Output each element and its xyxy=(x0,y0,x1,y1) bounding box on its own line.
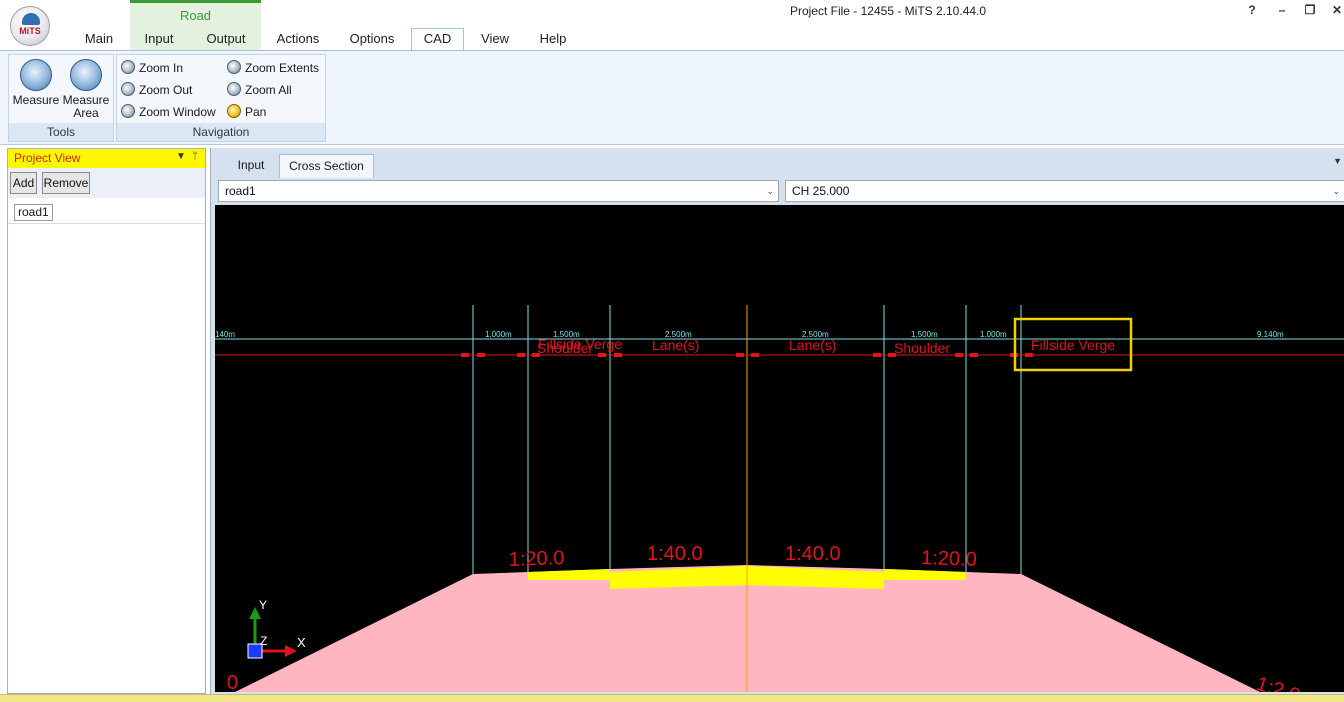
zoom-all-button[interactable]: Zoom All xyxy=(227,81,292,101)
project-view-title: Project View xyxy=(14,151,81,165)
measure-area-button[interactable]: Measure Area xyxy=(61,59,111,120)
road-select-value: road1 xyxy=(225,184,256,198)
element-label: Lane(s) xyxy=(789,337,836,353)
tab-input[interactable]: Input xyxy=(139,30,179,50)
slope-label: 1:2.0 xyxy=(1253,673,1302,692)
tools-group: Measure Measure Area Tools xyxy=(8,54,114,142)
tab-options[interactable]: Options xyxy=(342,30,402,50)
pin-icon[interactable]: ᛘ xyxy=(192,151,198,162)
panel-dropdown-icon[interactable]: ▼ xyxy=(176,151,186,162)
tab-doc-input[interactable]: Input xyxy=(231,154,271,178)
zoom-in-button[interactable]: Zoom In xyxy=(121,59,183,79)
navigation-group: Zoom In Zoom Out Zoom Window Zoom Extent… xyxy=(116,54,326,142)
logo-cog-icon xyxy=(22,13,40,25)
tab-main[interactable]: Main xyxy=(80,30,118,50)
remove-button[interactable]: Remove xyxy=(42,172,90,194)
element-label: Fillside Verge xyxy=(1031,337,1115,353)
measure-area-icon xyxy=(70,59,102,91)
road-select[interactable]: road1 ⌄ xyxy=(218,180,779,202)
ribbon-panel: Measure Measure Area Tools Zoom In Zoom … xyxy=(0,50,1344,145)
tab-actions[interactable]: Actions xyxy=(270,30,326,50)
minimize-icon[interactable]: – xyxy=(1272,3,1292,21)
project-tree-item[interactable]: road1 xyxy=(14,204,53,221)
tab-overflow-icon[interactable]: ▼ xyxy=(1333,156,1342,166)
cad-canvas[interactable]: 140m 1.000m 1.500m 2.500m 2.500m 1.500m … xyxy=(215,205,1344,692)
measure-icon xyxy=(20,59,52,91)
slope-label: 1:20.0 xyxy=(508,547,564,571)
zoom-extents-button[interactable]: Zoom Extents xyxy=(227,59,319,79)
chainage-select-value: CH 25.000 xyxy=(792,184,850,198)
slope-label: 1:20.0 xyxy=(921,547,977,571)
app-logo-icon[interactable]: MiTS xyxy=(10,6,50,46)
app-window: Project File - 12455 - MiTS 2.10.44.0 ? … xyxy=(0,0,1344,702)
pan-button[interactable]: Pan xyxy=(227,103,266,123)
slope-label: 1:40.0 xyxy=(785,543,841,565)
status-bar xyxy=(0,694,1344,702)
zoom-all-label: Zoom All xyxy=(245,83,292,97)
tab-cad[interactable]: CAD xyxy=(411,28,464,51)
measure-button[interactable]: Measure xyxy=(11,59,61,119)
project-view-toolbar: Add Remove xyxy=(8,168,205,198)
zoom-out-icon xyxy=(121,82,135,96)
restore-icon[interactable]: ❐ xyxy=(1300,3,1320,21)
zoom-in-icon xyxy=(121,60,135,74)
element-label: Fillside Verge xyxy=(538,336,622,352)
chevron-down-icon: ⌄ xyxy=(766,186,774,196)
tab-help[interactable]: Help xyxy=(532,30,574,50)
chevron-down-icon: ⌄ xyxy=(1332,186,1340,196)
zoom-extents-label: Zoom Extents xyxy=(245,61,320,75)
tab-view[interactable]: View xyxy=(474,30,516,50)
tab-cross-section[interactable]: Cross Section xyxy=(279,154,374,178)
x-axis-label: X xyxy=(297,635,306,650)
zoom-out-label: Zoom Out xyxy=(139,83,193,97)
dimension-label: 1.500m xyxy=(911,330,938,339)
measure-area-label: Measure Area xyxy=(62,93,110,120)
zoom-window-icon xyxy=(121,104,135,118)
chainage-select[interactable]: CH 25.000 ⌄ xyxy=(785,180,1344,202)
add-button[interactable]: Add xyxy=(10,172,37,194)
logo-text: MiTS xyxy=(19,26,41,36)
zoom-window-label: Zoom Window xyxy=(139,105,216,119)
zoom-window-button[interactable]: Zoom Window xyxy=(121,103,216,123)
slope-label: 1:40.0 xyxy=(647,543,703,565)
measure-label: Measure xyxy=(12,93,60,107)
zoom-in-label: Zoom In xyxy=(139,61,184,75)
close-icon[interactable]: ✕ xyxy=(1327,3,1344,21)
z-axis-label: Z xyxy=(260,634,267,648)
road-context-label: Road xyxy=(179,8,212,23)
ucs-axis-icon: Y Z X xyxy=(247,598,306,659)
project-view-header: Project View ▼ ᛘ xyxy=(8,149,205,168)
element-label: Lane(s) xyxy=(652,337,699,353)
tools-group-title: Tools xyxy=(9,123,113,141)
zoom-out-button[interactable]: Zoom Out xyxy=(121,81,192,101)
project-list-divider xyxy=(8,223,205,224)
zoom-extents-icon xyxy=(227,60,241,74)
help-icon[interactable]: ? xyxy=(1242,3,1262,21)
dimension-label: 1.000m xyxy=(485,330,512,339)
tab-output[interactable]: Output xyxy=(200,30,252,50)
pan-label: Pan xyxy=(245,105,267,119)
y-axis-label: Y xyxy=(259,598,267,612)
dimension-label: 140m xyxy=(215,330,235,339)
dimension-label: 1.000m xyxy=(980,330,1007,339)
element-label: Shoulder xyxy=(894,340,950,356)
pan-icon xyxy=(227,104,241,118)
navigation-group-title: Navigation xyxy=(117,123,325,141)
zoom-all-icon xyxy=(227,82,241,96)
slope-label: 0 xyxy=(227,672,238,692)
project-view-panel: Project View ▼ ᛘ Add Remove road1 xyxy=(7,148,206,694)
cross-section-drawing: 140m 1.000m 1.500m 2.500m 2.500m 1.500m … xyxy=(215,305,1344,692)
dimension-label: 9.140m xyxy=(1257,330,1284,339)
